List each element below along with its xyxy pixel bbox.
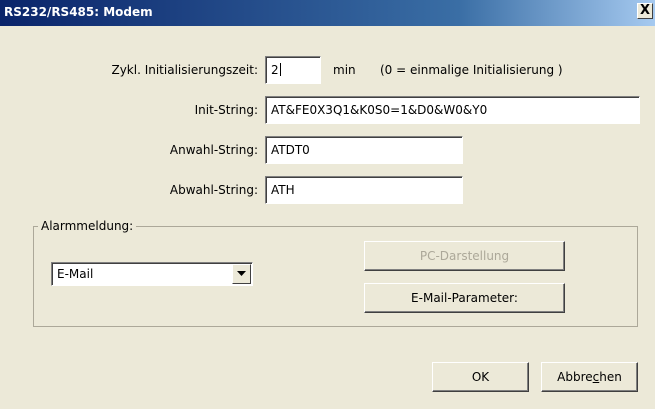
dial-string-label: Anwahl-String: [169,143,258,157]
init-string-field[interactable]: AT&FE0X3Q1&K0S0=1&D0&W0&Y0 [265,96,640,124]
close-icon: X [639,3,651,18]
dial-string-field[interactable]: ATDT0 [265,136,463,164]
init-time-value: 2 [271,63,279,77]
hangup-string-label: Abwahl-String: [169,183,258,197]
dropdown-button[interactable] [232,264,251,284]
init-time-note: (0 = einmalige Initialisierung ) [380,63,563,77]
ok-button[interactable]: OK [432,362,529,392]
init-time-field[interactable]: 2 [265,56,321,84]
cancel-button[interactable]: Abbrechen [541,362,638,392]
dial-string-value: ATDT0 [271,143,310,157]
window-title: RS232/RS485: Modem [4,5,153,19]
init-string-label: Init-String: [194,103,258,117]
email-parameters-button[interactable]: E-Mail-Parameter: [364,283,565,313]
alarm-type-select[interactable]: E-Mail [51,262,253,286]
init-string-value: AT&FE0X3Q1&K0S0=1&D0&W0&Y0 [271,103,488,117]
cancel-label-start: Abbre [557,370,593,384]
text-caret [279,63,281,76]
hangup-string-field[interactable]: ATH [265,176,463,204]
chevron-down-icon [237,270,246,276]
alarm-type-value: E-Mail [57,267,94,281]
pc-display-button[interactable]: PC-Darstellung [364,241,565,271]
hangup-string-value: ATH [271,183,295,197]
init-time-unit: min [333,63,356,77]
close-button[interactable]: X [637,3,653,19]
alarm-group-label: Alarmmeldung: [38,219,137,233]
title-bar[interactable]: RS232/RS485: Modem X [0,0,655,26]
init-time-label: Zykl. Initialisierungszeit: [111,63,258,77]
cancel-label-end: hen [599,370,622,384]
